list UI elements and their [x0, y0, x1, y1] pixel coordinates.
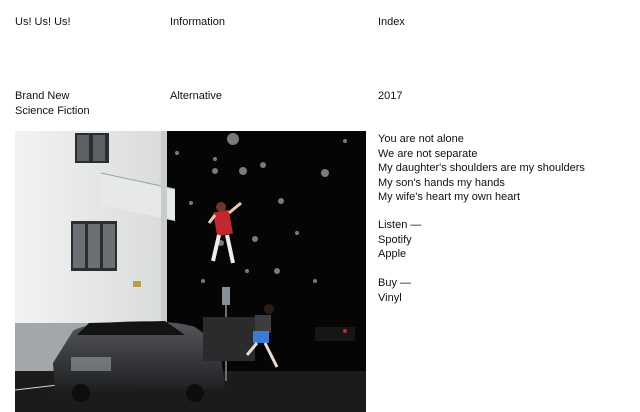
release-title: Brand New Science Fiction	[15, 89, 90, 118]
buy-heading: Buy —	[378, 277, 412, 289]
lyric-line: My son's hands my hands	[378, 176, 505, 189]
home-link[interactable]: Us! Us! Us!	[15, 15, 71, 30]
buy-section: Buy — Vinyl	[378, 276, 411, 305]
album-cover	[15, 131, 366, 412]
spotify-link[interactable]: Spotify	[378, 233, 421, 248]
lyric-line: We are not separate	[378, 147, 478, 160]
lyric-line: My daughter's shoulders are my shoulders	[378, 162, 585, 174]
release-year: 2017	[378, 90, 403, 102]
vinyl-link[interactable]: Vinyl	[378, 291, 411, 306]
lyrics: You are not alone We are not separate My…	[378, 132, 585, 205]
listen-heading: Listen —	[378, 219, 422, 231]
index-link[interactable]: Index	[378, 15, 405, 30]
listen-section: Listen — Spotify Apple	[378, 218, 421, 262]
lyric-line: My wife's heart my own heart	[378, 191, 521, 203]
lyric-line: You are not alone	[378, 133, 464, 145]
album-cover-photo-icon	[15, 131, 366, 412]
information-link[interactable]: Information	[170, 15, 225, 30]
release-artist: Brand New	[15, 90, 70, 102]
release-album: Science Fiction	[15, 104, 90, 117]
apple-link[interactable]: Apple	[378, 247, 421, 262]
release-genre: Alternative	[170, 90, 222, 102]
